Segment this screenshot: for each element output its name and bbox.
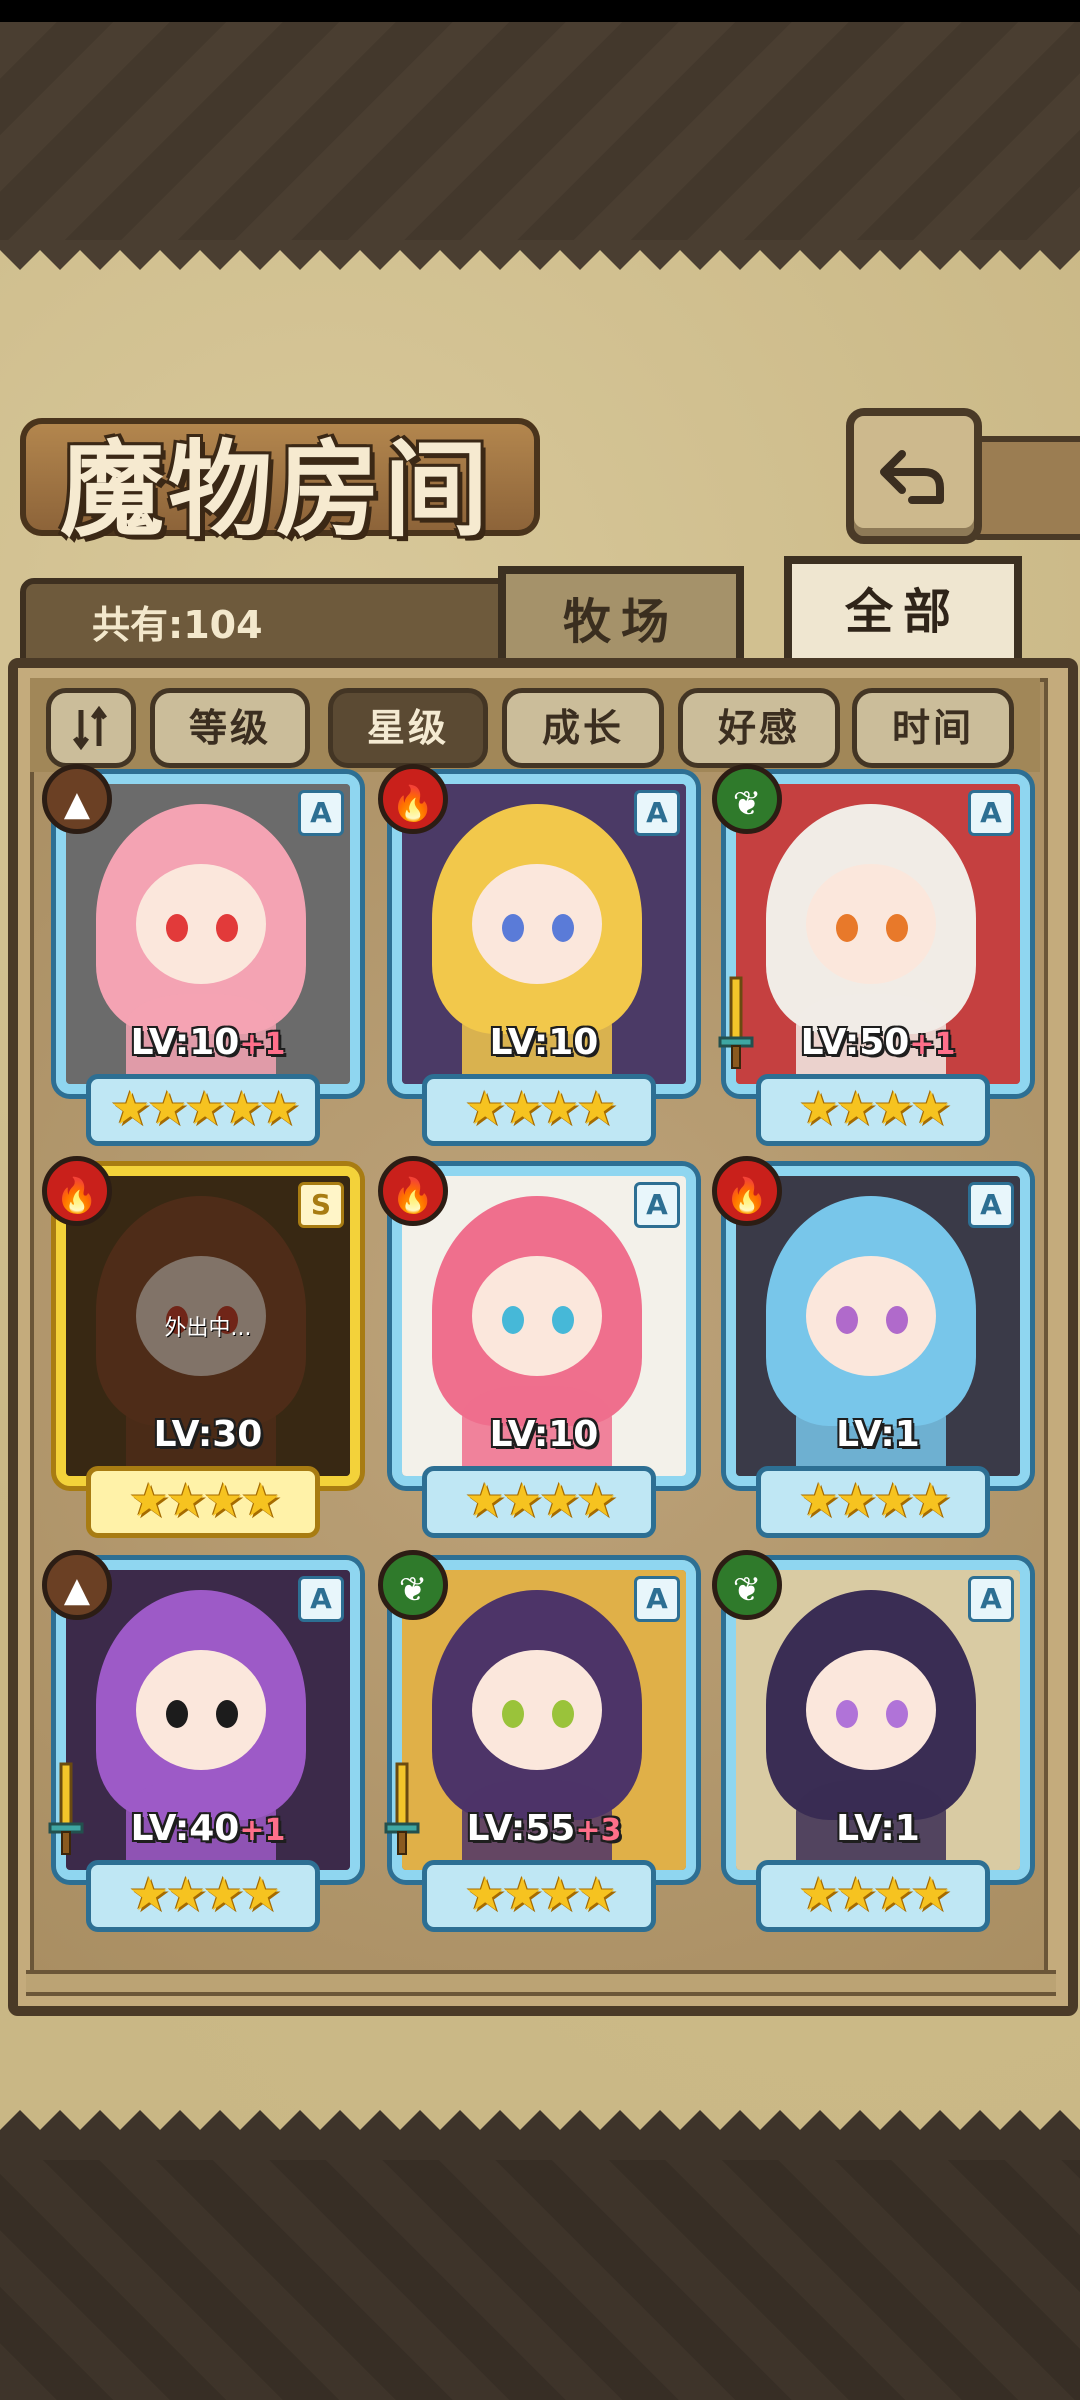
sword-icon [48,1762,84,1855]
level-value: LV:50 [800,1022,910,1063]
back-button[interactable] [846,408,982,544]
monster-level: LV:10 [402,1022,686,1063]
star-rating: ★★★★ [422,1074,656,1146]
page-title: 魔物房间 [60,428,493,551]
map-background-bottom [0,2160,1080,2400]
sword-icon [384,1762,420,1855]
star-rating: ★★★★ [756,1466,990,1538]
level-value: LV:10 [489,1414,599,1455]
star-rating: ★★★★ [422,1466,656,1538]
level-value: LV:10 [489,1022,599,1063]
star-rating: ★★★★ [86,1466,320,1538]
sort-growth-button[interactable]: 成长 [502,688,664,768]
monster-level: LV:30 [66,1414,350,1455]
wood-element-icon: ❦ [712,764,782,834]
monster-card[interactable]: LV:10 A 🔥 ★★★★ [378,764,696,1146]
star-rating: ★★★★ [422,1860,656,1932]
grade-badge: A [634,1182,680,1228]
monster-level: LV:1 [736,1808,1020,1849]
monster-card[interactable]: LV:40+1 A ▲ ★★★★ [42,1550,360,1932]
status-bar [0,0,1080,22]
return-arrow-icon [880,450,944,504]
level-bonus: +3 [575,1813,622,1848]
wood-element-icon: ❦ [378,1550,448,1620]
level-value: LV:30 [153,1414,263,1455]
level-value: LV:55 [466,1808,576,1849]
fire-element-icon: 🔥 [378,1156,448,1226]
star-rating: ★★★★ [756,1860,990,1932]
grade-badge: A [634,1576,680,1622]
earth-element-icon: ▲ [42,764,112,834]
sword-icon [718,976,754,1069]
map-background-top [0,22,1080,242]
torn-edge-bottom [0,2100,1080,2160]
level-value: LV:1 [836,1414,920,1455]
star-rating: ★★★★★ [86,1074,320,1146]
star-rating: ★★★★ [86,1860,320,1932]
monster-level: LV:10+1 [66,1022,350,1063]
monster-level: LV:10 [402,1414,686,1455]
monster-card[interactable]: LV:1 A 🔥 ★★★★ [712,1156,1030,1538]
sort-star-button[interactable]: 星级 [328,688,488,768]
grade-badge: A [634,790,680,836]
monster-level: LV:1 [736,1414,1020,1455]
level-bonus: +1 [909,1027,956,1062]
grade-badge: A [968,1182,1014,1228]
monster-card[interactable]: LV:10+1 A ▲ ★★★★★ [42,764,360,1146]
fire-element-icon: 🔥 [712,1156,782,1226]
monster-card[interactable]: LV:55+3 A ❦ ★★★★ [378,1550,696,1932]
torn-edge-top [0,240,1080,280]
grade-badge: S [298,1182,344,1228]
monster-level: LV:55+3 [402,1808,686,1849]
sort-time-button[interactable]: 时间 [852,688,1014,768]
monster-card[interactable]: 外出中... LV:30 S 🔥 ★★★★ [42,1156,360,1538]
level-bonus: +1 [239,1027,286,1062]
level-value: LV:1 [836,1808,920,1849]
fire-element-icon: 🔥 [378,764,448,834]
monster-level: LV:40+1 [66,1808,350,1849]
level-value: LV:40 [130,1808,240,1849]
grade-badge: A [298,1576,344,1622]
level-value: LV:10 [130,1022,240,1063]
monster-level: LV:50+1 [736,1022,1020,1063]
star-rating: ★★★★ [756,1074,990,1146]
fire-element-icon: 🔥 [42,1156,112,1226]
wood-element-icon: ❦ [712,1550,782,1620]
panel-bottom-rail [26,1970,1056,1996]
away-status: 外出中... [164,1316,252,1341]
grade-badge: A [298,790,344,836]
monster-card[interactable]: LV:1 A ❦ ★★★★ [712,1550,1030,1932]
grade-badge: A [968,1576,1014,1622]
sort-order-icon [73,705,107,751]
sort-level-button[interactable]: 等级 [150,688,310,768]
grade-badge: A [968,790,1014,836]
level-bonus: +1 [239,1813,286,1848]
monster-card[interactable]: LV:50+1 A ❦ ★★★★ [712,764,1030,1146]
monster-count: 共有:104 [92,603,263,647]
back-button-rail [966,436,1080,540]
earth-element-icon: ▲ [42,1550,112,1620]
monster-card[interactable]: LV:10 A 🔥 ★★★★ [378,1156,696,1538]
sort-order-toggle[interactable] [46,688,136,768]
sort-affinity-button[interactable]: 好感 [678,688,840,768]
